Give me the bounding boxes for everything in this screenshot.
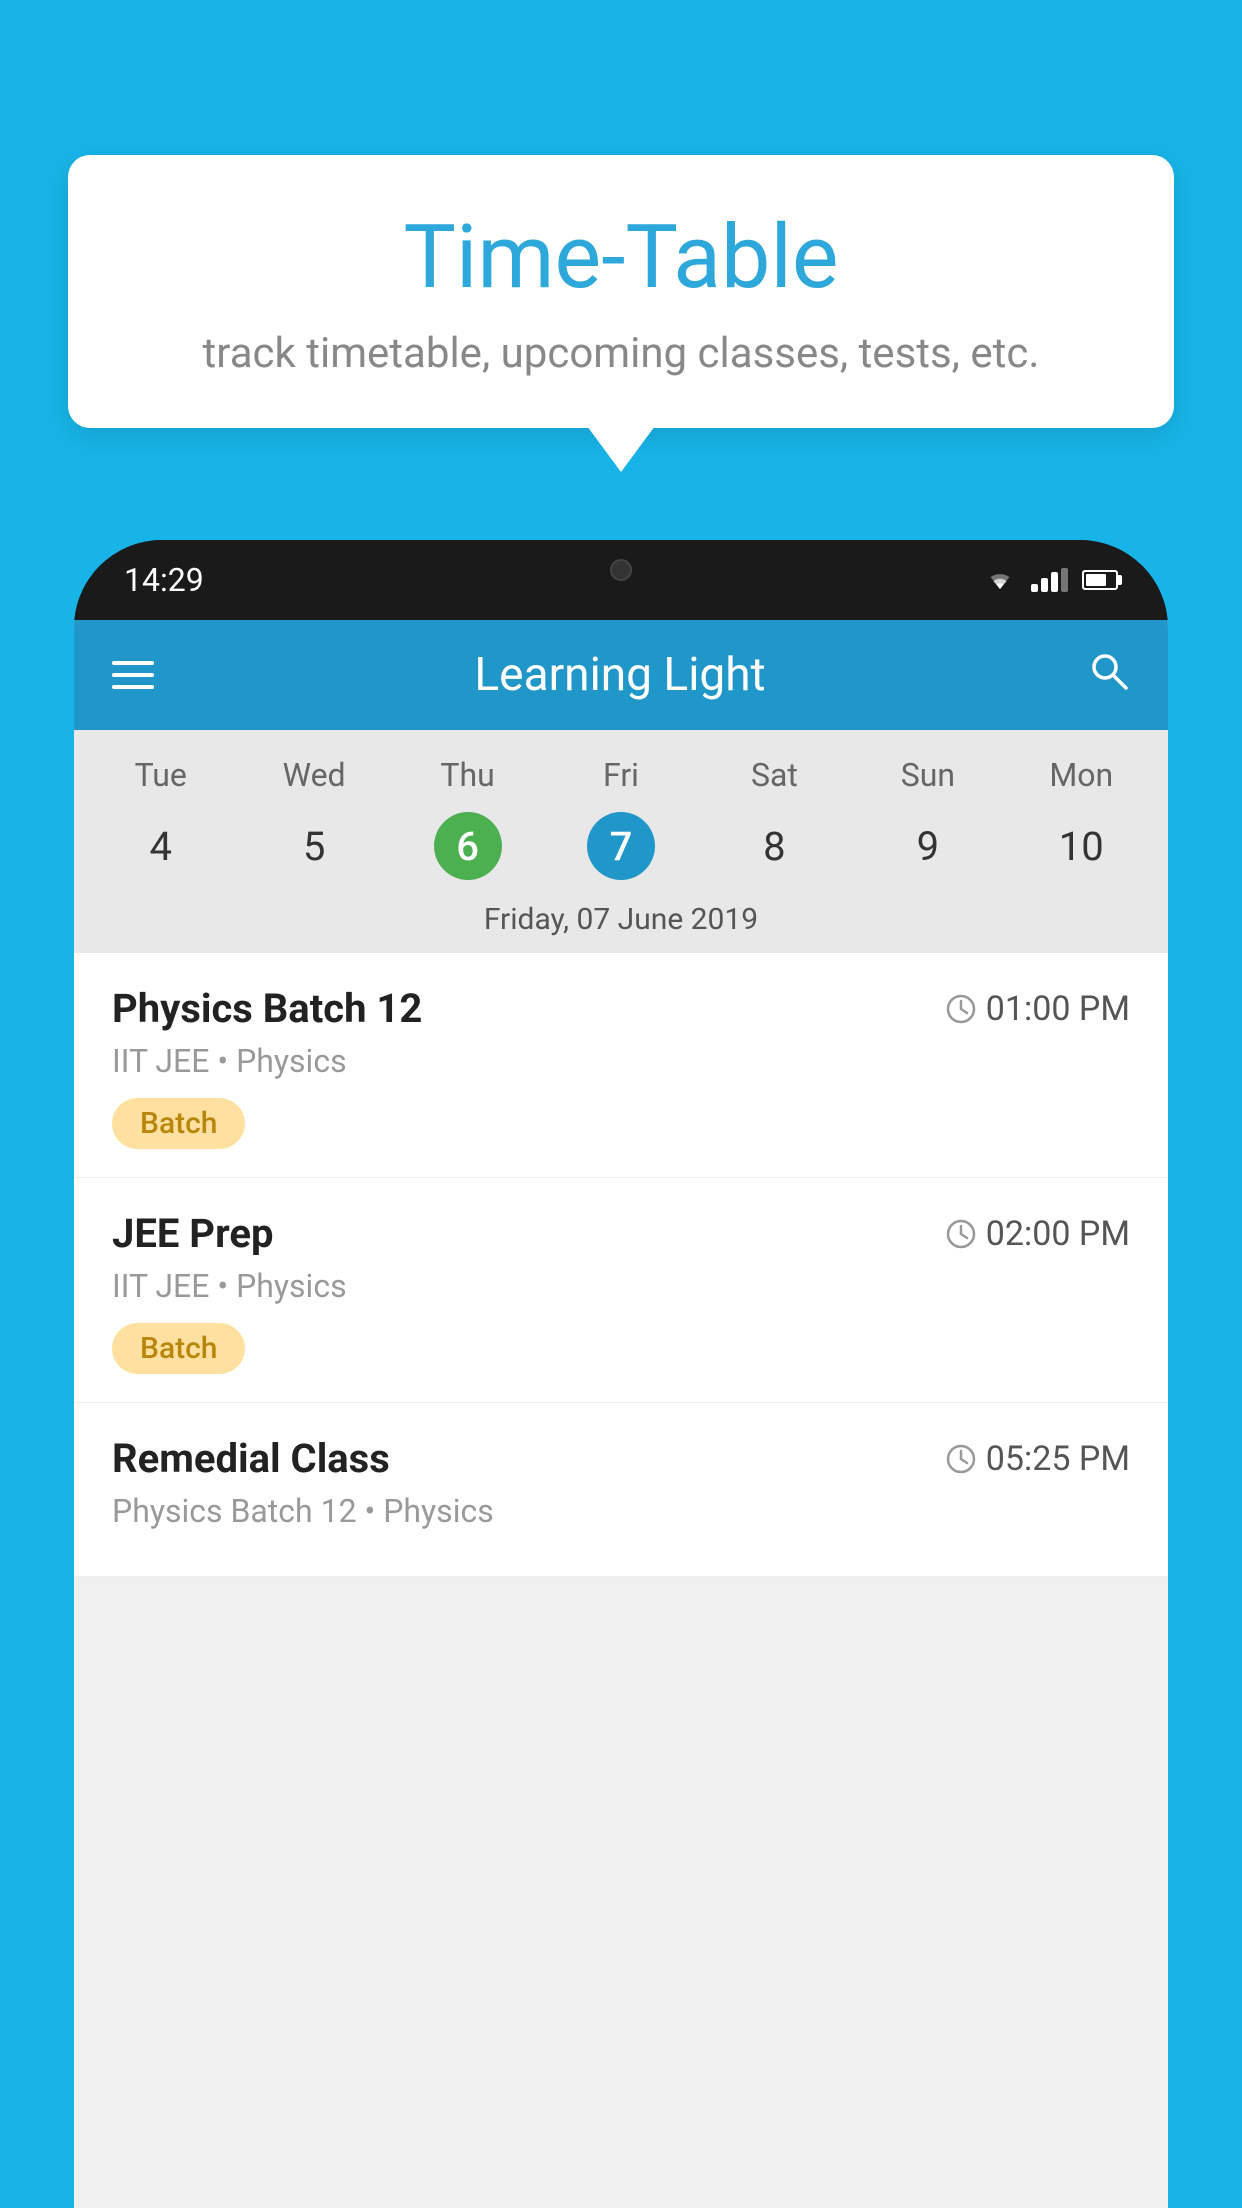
batch-badge-1: Batch: [112, 1098, 245, 1149]
phone-time: 14:29: [124, 561, 204, 599]
calendar-section: Tue Wed Thu Fri Sat Sun Mon 4 5 6 7: [74, 730, 1168, 953]
date-cell-6[interactable]: 6: [391, 810, 544, 882]
date-cell-8[interactable]: 8: [698, 810, 851, 882]
tooltip-subtitle: track timetable, upcoming classes, tests…: [128, 329, 1114, 378]
app-title: Learning Light: [184, 648, 1056, 702]
date-cell-9[interactable]: 9: [851, 810, 1004, 882]
hamburger-menu-button[interactable]: [112, 661, 154, 689]
schedule-item-header-2: JEE Prep 02:00 PM: [112, 1210, 1130, 1257]
day-header-tue: Tue: [84, 748, 237, 802]
date-cell-7[interactable]: 7: [544, 810, 697, 882]
day-header-fri: Fri: [544, 748, 697, 802]
signal-bars-icon: [1031, 568, 1068, 592]
search-button[interactable]: [1086, 648, 1130, 703]
status-bar: 14:29: [74, 540, 1168, 620]
tooltip-card: Time-Table track timetable, upcoming cla…: [68, 155, 1174, 428]
wifi-icon: [983, 567, 1017, 593]
day-header-sat: Sat: [698, 748, 851, 802]
phone-content: Learning Light Tue Wed Thu Fri Sat Sun M…: [74, 620, 1168, 2208]
schedule-item-1[interactable]: Physics Batch 12 01:00 PM IIT JEE • Phys…: [74, 953, 1168, 1178]
schedule-item-title-2: JEE Prep: [112, 1210, 273, 1257]
batch-badge-2: Batch: [112, 1323, 245, 1374]
day-header-sun: Sun: [851, 748, 1004, 802]
schedule-item-2[interactable]: JEE Prep 02:00 PM IIT JEE • Physics Batc…: [74, 1178, 1168, 1403]
clock-icon-3: [946, 1444, 976, 1474]
phone-frame: 14:29: [74, 540, 1168, 2208]
camera-dot: [610, 559, 632, 581]
date-row: 4 5 6 7 8 9 10: [74, 802, 1168, 892]
day-header-mon: Mon: [1005, 748, 1158, 802]
schedule-item-3[interactable]: Remedial Class 05:25 PM Physics Batch 12…: [74, 1403, 1168, 1577]
clock-icon-1: [946, 994, 976, 1024]
schedule-item-header-3: Remedial Class 05:25 PM: [112, 1435, 1130, 1482]
status-icons: [983, 567, 1118, 593]
day-header-thu: Thu: [391, 748, 544, 802]
tooltip-title: Time-Table: [128, 210, 1114, 307]
app-header: Learning Light: [74, 620, 1168, 730]
date-cell-4[interactable]: 4: [84, 810, 237, 882]
date-cell-10[interactable]: 10: [1005, 810, 1158, 882]
schedule-item-subtitle-3: Physics Batch 12 • Physics: [112, 1492, 1130, 1530]
schedule-item-subtitle-1: IIT JEE • Physics: [112, 1042, 1130, 1080]
schedule-item-time-2: 02:00 PM: [946, 1214, 1130, 1254]
selected-date-label: Friday, 07 June 2019: [74, 892, 1168, 953]
schedule-list: Physics Batch 12 01:00 PM IIT JEE • Phys…: [74, 953, 1168, 1577]
battery-icon: [1082, 570, 1118, 590]
day-header-wed: Wed: [237, 748, 390, 802]
phone-notch: [551, 540, 691, 600]
schedule-item-title-3: Remedial Class: [112, 1435, 390, 1482]
clock-icon-2: [946, 1219, 976, 1249]
date-cell-5[interactable]: 5: [237, 810, 390, 882]
schedule-item-header-1: Physics Batch 12 01:00 PM: [112, 985, 1130, 1032]
schedule-item-time-3: 05:25 PM: [946, 1439, 1130, 1479]
schedule-item-subtitle-2: IIT JEE • Physics: [112, 1267, 1130, 1305]
schedule-item-title-1: Physics Batch 12: [112, 985, 422, 1032]
schedule-item-time-1: 01:00 PM: [946, 989, 1130, 1029]
day-headers: Tue Wed Thu Fri Sat Sun Mon: [74, 748, 1168, 802]
